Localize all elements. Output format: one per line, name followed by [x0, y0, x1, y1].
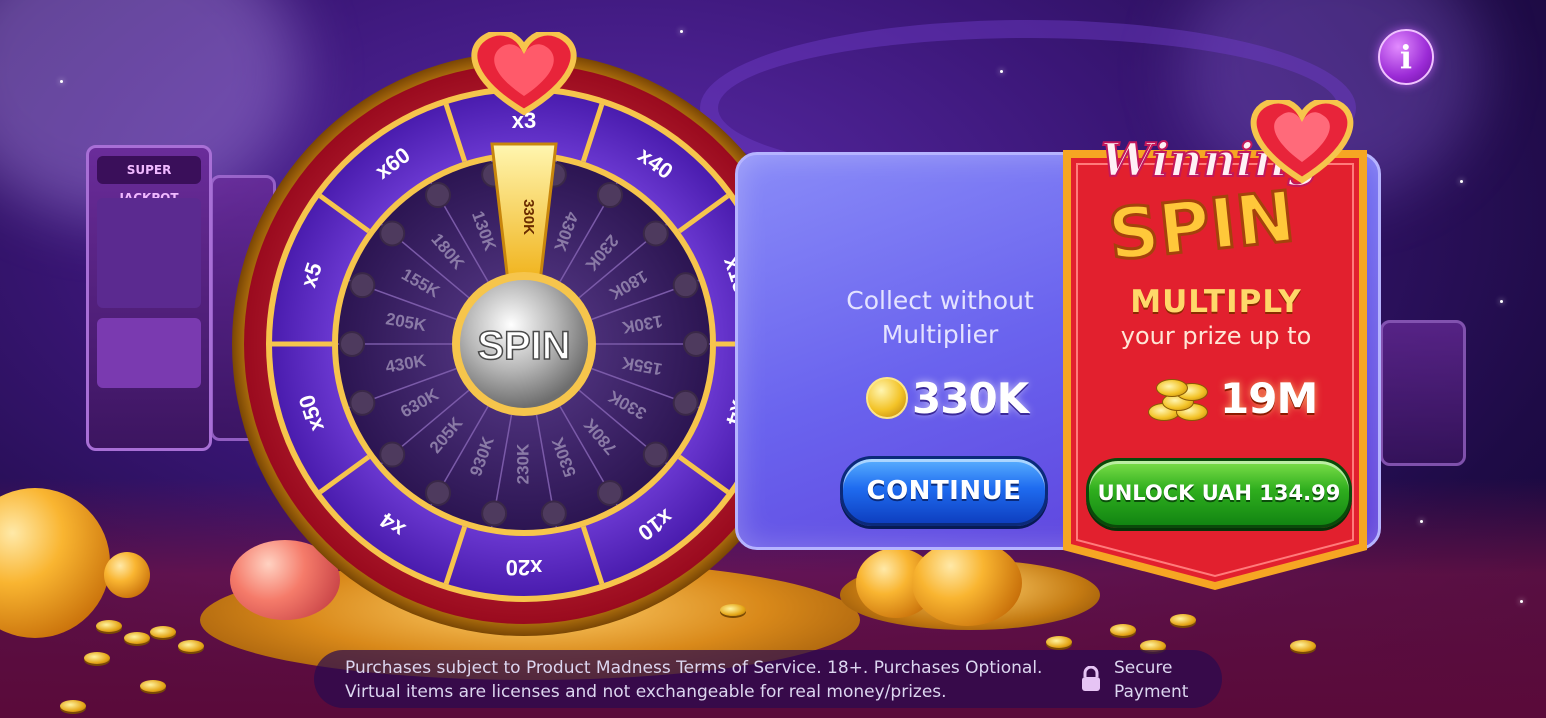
slot-machine — [1380, 320, 1466, 466]
wheel-prize-6: 330K — [604, 386, 649, 423]
lock-icon — [1082, 666, 1100, 691]
unlock-button[interactable]: UNLOCK UAH 134.99 — [1086, 458, 1352, 528]
wheel-prize-9: 230K — [513, 443, 532, 484]
gold-balloon — [104, 552, 150, 598]
collect-amount: 330K — [866, 370, 1029, 426]
wheel-prize-4: 130K — [620, 311, 664, 337]
multiply-amount: 19M — [1146, 370, 1318, 426]
wheel-prize-13: 430K — [384, 351, 428, 377]
wheel-prize-12: 630K — [397, 384, 442, 421]
secure-line-1: Secure — [1114, 658, 1173, 678]
wheel-prize-11: 205K — [426, 413, 467, 457]
wheel-prize-3: 180K — [605, 266, 650, 303]
spin-button-label[interactable]: SPIN — [477, 323, 572, 369]
legal-text: Purchases subject to Product Madness Ter… — [345, 656, 1075, 704]
collect-label: Collect without Multiplier — [846, 286, 1034, 349]
wheel-prize-2: 230K — [581, 231, 622, 275]
wheel-prize-7: 780K — [580, 414, 621, 458]
wheel-prize-10: 930K — [466, 433, 498, 478]
gold-balloon — [912, 540, 1022, 626]
legal-line-2: Virtual items are licenses and not excha… — [345, 682, 947, 702]
coin-icon — [866, 377, 908, 419]
secure-payment: Secure Payment — [1114, 656, 1188, 704]
wheel-multiplier-1: x40 — [633, 142, 677, 184]
wheel-prize-1: 430K — [550, 209, 582, 254]
slot-machine: SUPER JACKPOT — [86, 145, 212, 451]
wheel-multiplier-9: x60 — [370, 142, 414, 184]
wheel-multiplier-0: x3 — [512, 108, 536, 133]
wheel-prize-16: 180K — [427, 230, 468, 274]
coin-stack-icon — [1146, 373, 1214, 423]
wheel-multiplier-6: x4 — [375, 507, 410, 542]
winning-spin-logo: Winning SPIN — [1100, 100, 1354, 278]
wheel-prize-17: 130K — [468, 209, 500, 254]
pointer-value: 330K — [520, 199, 537, 235]
jackpot-sign: SUPER JACKPOT — [97, 156, 201, 205]
wheel-prize-15: 155K — [398, 265, 443, 302]
wheel-prize-8: 530K — [548, 434, 580, 479]
wheel-prize-5: 155K — [620, 353, 664, 379]
wheel-multiplier-8: x5 — [296, 259, 327, 290]
multiply-subtext: your prize up to — [1120, 322, 1312, 350]
legal-line-1: Purchases subject to Product Madness Ter… — [345, 658, 1043, 678]
wheel-multiplier-5: x20 — [506, 555, 543, 580]
continue-button[interactable]: CONTINUE — [840, 456, 1048, 526]
info-icon: i — [1399, 38, 1413, 76]
multiply-amount-value: 19M — [1220, 373, 1318, 423]
info-button[interactable]: i — [1378, 29, 1434, 85]
multiply-headline: MULTIPLY — [1130, 284, 1302, 320]
wheel-prize-14: 205K — [384, 309, 428, 335]
wheel-multiplier-4: x10 — [633, 504, 677, 546]
wheel-multiplier-7: x50 — [294, 392, 329, 435]
collect-amount-value: 330K — [912, 373, 1029, 423]
svg-text:SPIN: SPIN — [1105, 176, 1299, 277]
secure-line-2: Payment — [1114, 682, 1189, 702]
